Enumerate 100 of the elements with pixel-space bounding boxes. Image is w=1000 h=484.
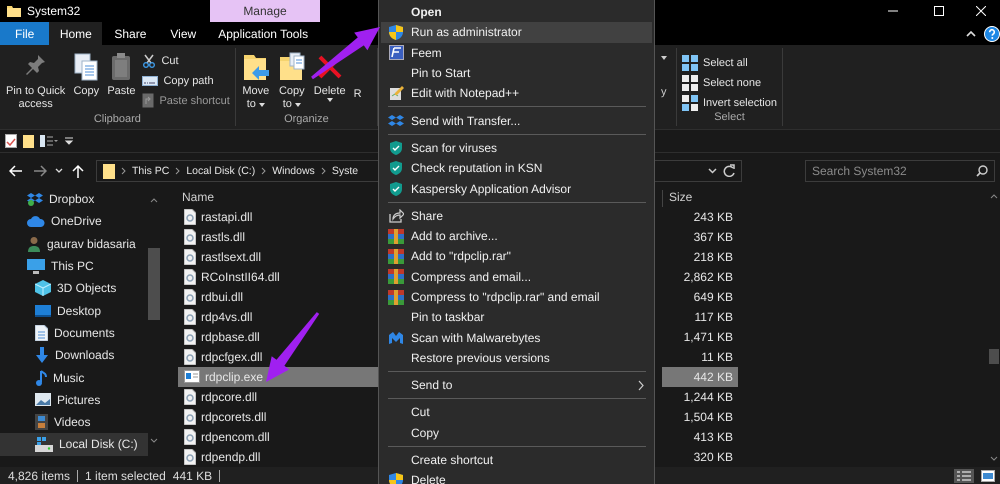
- file-size-cell-text: 243 KB: [692, 208, 734, 226]
- menu-item[interactable]: Run as administrator: [381, 22, 652, 43]
- address-bar[interactable]: This PC Local Disk (C:) Windows Syste: [96, 160, 378, 182]
- file-size-cell-text: 117 KB: [694, 308, 734, 326]
- menu-item[interactable]: Compress to "rdpclip.rar" and email: [381, 286, 652, 308]
- nav-item[interactable]: Desktop: [0, 299, 148, 322]
- document-icon: [35, 324, 48, 341]
- column-header[interactable]: Size: [662, 190, 740, 207]
- chevron-icon: [320, 166, 326, 174]
- menu-item[interactable]: Share: [381, 206, 652, 226]
- menu-item[interactable]: Pin to taskbar: [381, 307, 652, 328]
- file-name-cell[interactable]: rdpclip.exe: [178, 366, 378, 387]
- breadcrumb[interactable]: This PC: [132, 164, 170, 176]
- menu-item[interactable]: Scan with Malwarebytes: [381, 327, 652, 348]
- menu-item[interactable]: Send with Transfer...: [381, 110, 652, 131]
- ribbon-button[interactable]: Move to: [238, 50, 274, 113]
- nav-item[interactable]: Music: [0, 366, 148, 389]
- file-name-cell[interactable]: rastapi.dll: [178, 206, 378, 227]
- collapse-ribbon-button[interactable]: [966, 30, 976, 38]
- file-name-cell[interactable]: rdpcore.dll: [178, 386, 378, 407]
- menu-item[interactable]: Compress and email...: [381, 266, 652, 287]
- file-gear-icon: [184, 348, 196, 365]
- column-header[interactable]: Name: [178, 190, 382, 207]
- breadcrumb[interactable]: Windows: [272, 164, 315, 176]
- large-icons-view-button[interactable]: [978, 469, 998, 483]
- ribbon-tab[interactable]: Home: [49, 22, 102, 45]
- menu-item[interactable]: Cut: [381, 402, 652, 423]
- menu-item[interactable]: Scan for viruses: [381, 138, 652, 158]
- refresh-button[interactable]: [723, 164, 735, 177]
- nav-item[interactable]: Pictures: [0, 388, 148, 411]
- file-name-cell[interactable]: rdpencom.dll: [178, 427, 378, 448]
- ribbon-button[interactable]: R: [350, 50, 366, 113]
- file-name-cell[interactable]: rdpendp.dll: [178, 447, 378, 467]
- folder-icon: [7, 5, 21, 17]
- file-gear-icon: [184, 208, 196, 225]
- menu-item[interactable]: Add to archive...: [381, 226, 652, 246]
- ribbon-button[interactable]: Paste: [103, 50, 140, 113]
- menu-item[interactable]: Feem: [381, 42, 652, 63]
- ribbon-button[interactable]: Delete: [310, 50, 350, 113]
- nav-item[interactable]: Dropbox: [0, 188, 148, 210]
- search-field[interactable]: Search System32: [805, 160, 995, 182]
- ribbon-button[interactable]: Select none: [679, 74, 780, 91]
- menu-item[interactable]: Send to: [381, 375, 652, 396]
- menu-item[interactable]: Check reputation in KSN: [381, 158, 652, 178]
- user-icon: [27, 236, 41, 252]
- menu-item[interactable]: Add to "rdpclip.rar": [381, 246, 652, 267]
- menu-item[interactable]: Open: [381, 2, 652, 22]
- ribbon-text-fragment: y: [661, 86, 668, 98]
- menu-item[interactable]: Kaspersky Application Advisor: [381, 178, 652, 199]
- archive-books-icon: [388, 290, 404, 304]
- menu-item[interactable]: Edit with Notepad++: [381, 83, 652, 104]
- file-name-cell[interactable]: rdbui.dll: [178, 286, 378, 307]
- file-name-cell[interactable]: rastlsext.dll: [178, 246, 378, 267]
- menu-item[interactable]: Pin to Start: [381, 62, 652, 84]
- ribbon-button[interactable]: Select all: [679, 54, 780, 71]
- file-name-cell[interactable]: RCoInstII64.dll: [178, 266, 378, 287]
- ribbon-tab[interactable]: Application Tools: [208, 22, 318, 45]
- menu-item[interactable]: Create shortcut: [381, 450, 652, 470]
- dropdown-caret-icon: [258, 102, 265, 106]
- ribbon-button[interactable]: Copy to: [274, 50, 310, 113]
- nav-item[interactable]: This PC: [0, 254, 148, 278]
- scrollbar-thumb[interactable]: [988, 349, 998, 364]
- file-size-cell-text: 1,471 KB: [682, 328, 734, 346]
- details-view-button[interactable]: [954, 469, 974, 483]
- scissors-icon: [142, 54, 156, 68]
- ribbon-tab[interactable]: Share: [102, 22, 158, 45]
- folder-icon: [23, 134, 34, 148]
- ribbon-button[interactable]: Copy: [69, 50, 104, 113]
- ribbon-button[interactable]: Cut: [139, 52, 233, 69]
- nav-item[interactable]: Downloads: [0, 344, 148, 366]
- file-size-cell-text: 649 KB: [692, 288, 734, 306]
- ribbon-button[interactable]: Copy path: [139, 72, 233, 89]
- breadcrumb[interactable]: Local Disk (C:): [186, 164, 256, 176]
- breadcrumb[interactable]: Syste: [332, 164, 358, 176]
- help-icon: [984, 26, 1000, 42]
- nav-item[interactable]: Local Disk (C:): [0, 433, 148, 456]
- file-name-cell[interactable]: rastls.dll: [178, 226, 378, 247]
- menu-item[interactable]: Restore previous versions: [381, 348, 652, 368]
- file-name-cell[interactable]: rdpcorets.dll: [178, 406, 378, 427]
- ribbon-tab[interactable]: View: [158, 22, 208, 45]
- nav-item[interactable]: Videos: [0, 410, 148, 434]
- ribbon-tab[interactable]: File: [0, 22, 50, 45]
- ribbon-button[interactable]: Pin to Quick access: [2, 50, 70, 113]
- grid-icon: [682, 74, 698, 90]
- file-size-cell: 442 KB: [662, 366, 738, 387]
- scrollbar-thumb[interactable]: [148, 248, 160, 320]
- caret-icon: [708, 168, 717, 174]
- file-gear-icon: [184, 449, 196, 466]
- nav-item[interactable]: OneDrive: [0, 210, 148, 233]
- nav-item[interactable]: 3D Objects: [0, 277, 148, 300]
- file-name-cell[interactable]: rdpcfgex.dll: [178, 346, 378, 367]
- ribbon-button[interactable]: Invert selection: [679, 94, 780, 111]
- file-gear-icon: [184, 228, 196, 245]
- nav-item[interactable]: gaurav bidasaria: [0, 232, 148, 255]
- file-name-cell[interactable]: rdp4vs.dll: [178, 306, 378, 327]
- help-button[interactable]: [984, 26, 1000, 42]
- file-name-cell[interactable]: rdpbase.dll: [178, 326, 378, 347]
- nav-item[interactable]: Documents: [0, 322, 148, 344]
- check-shield-icon: [390, 161, 402, 176]
- menu-item[interactable]: Copy: [381, 422, 652, 443]
